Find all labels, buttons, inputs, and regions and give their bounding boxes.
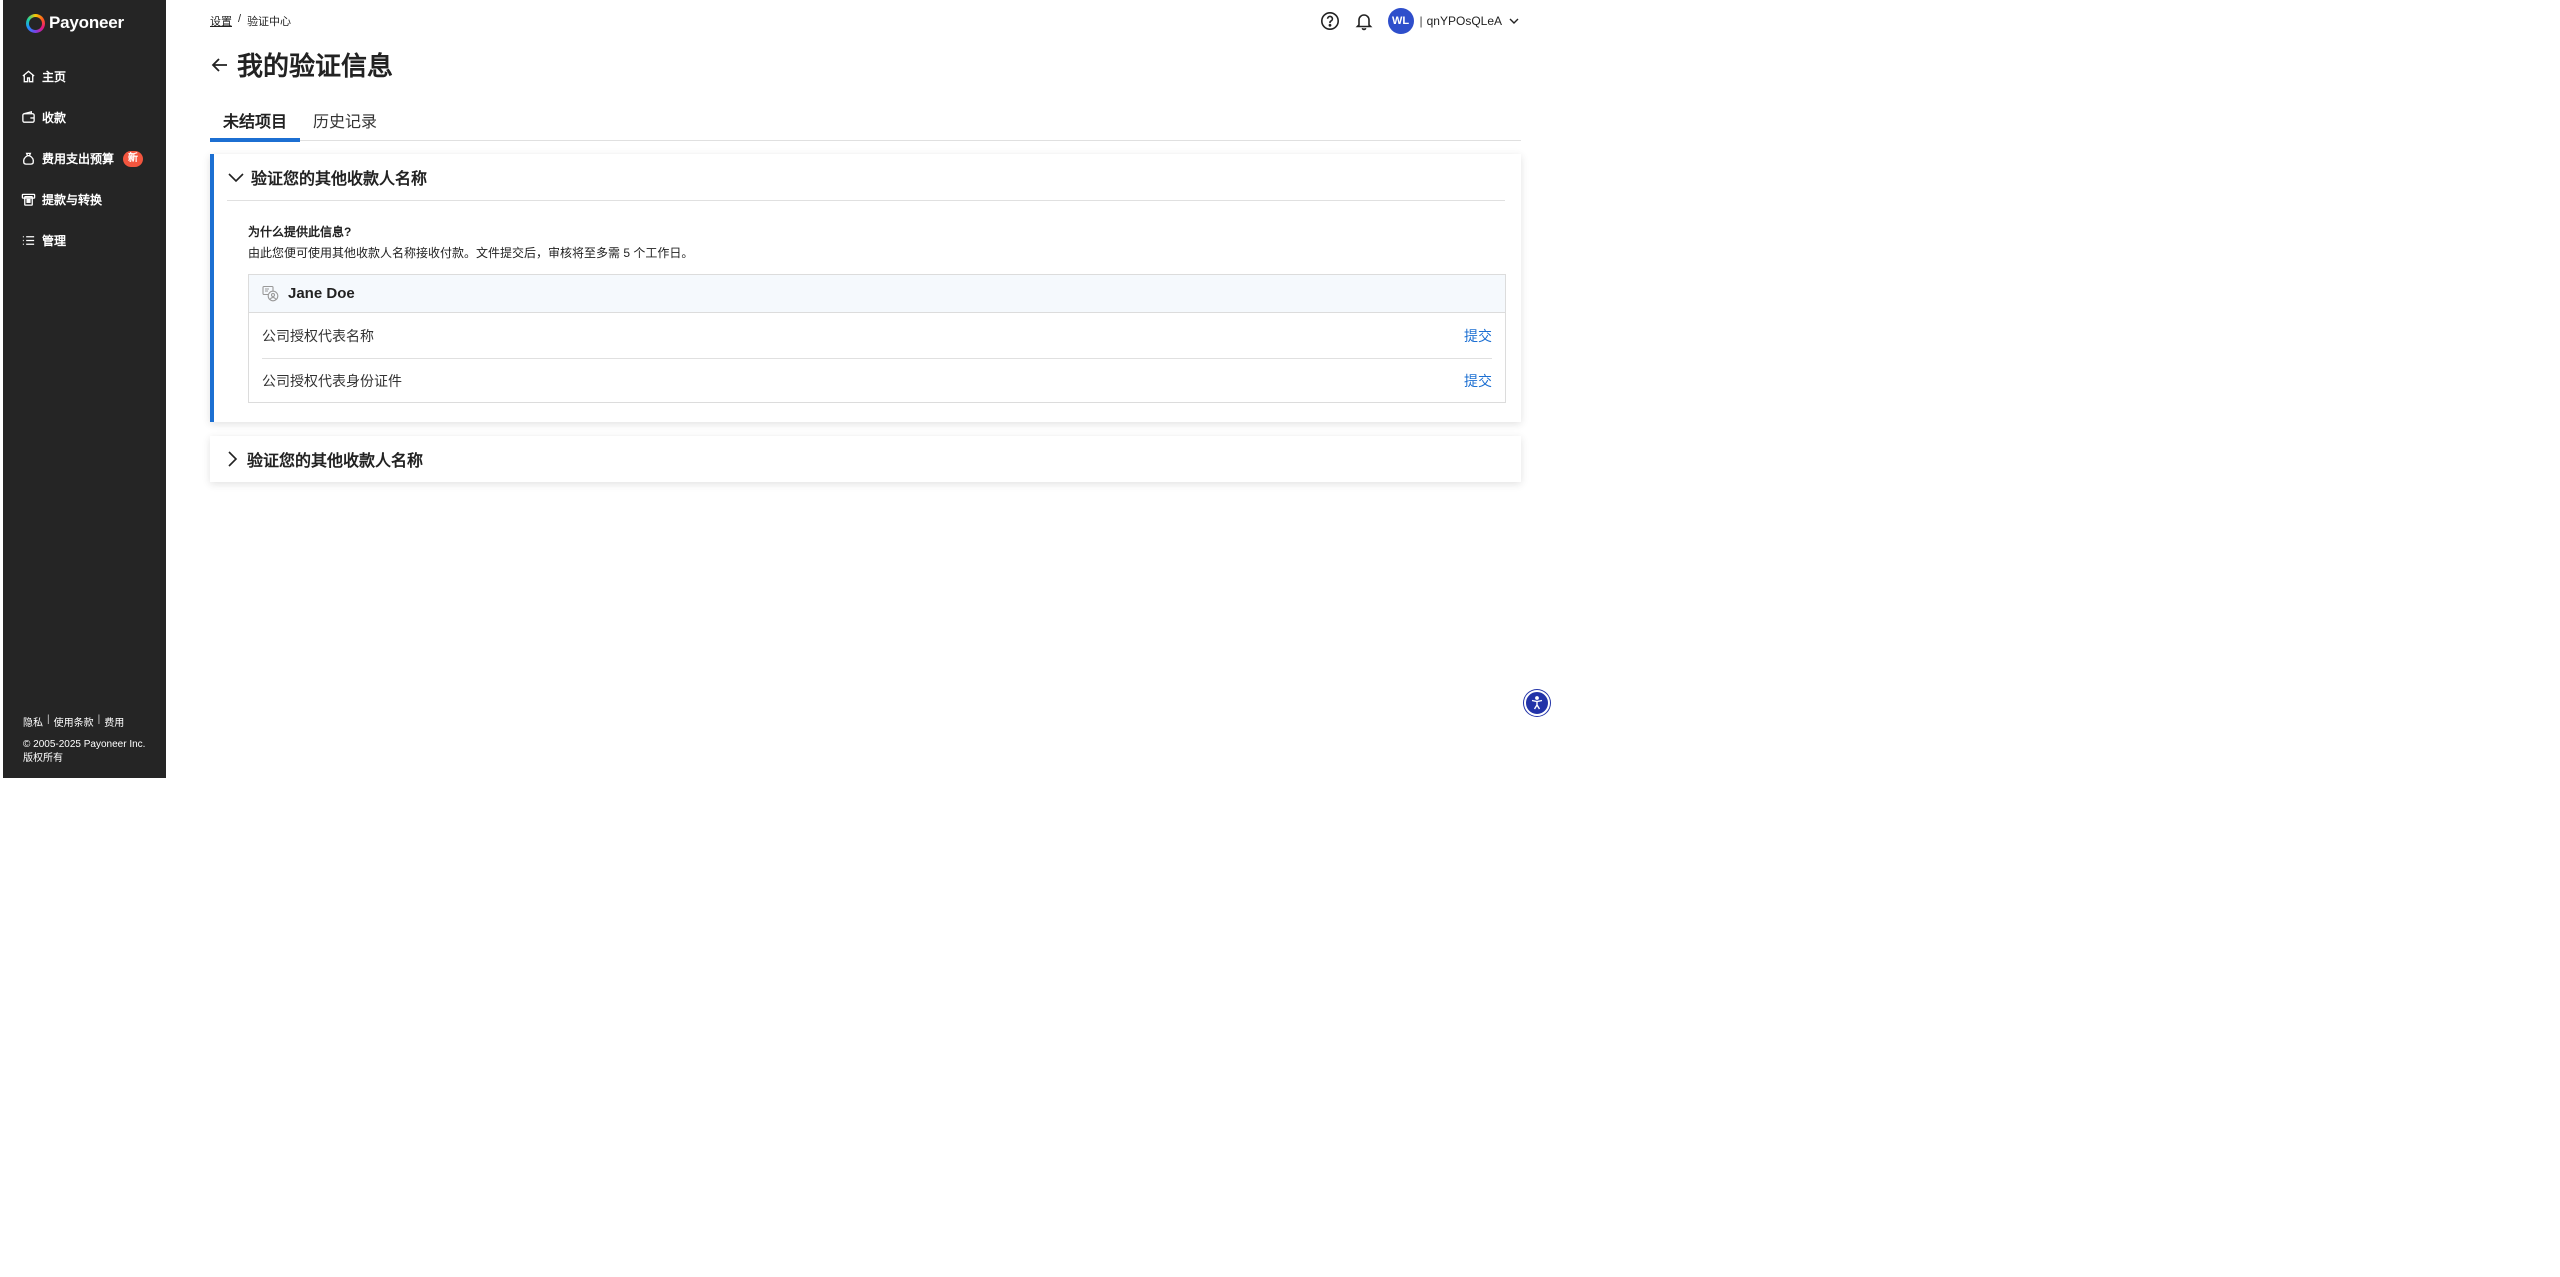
sidebar-nav: 主页 收款 费用支出预算 新 提款与转换 管理 [3, 56, 166, 261]
card-title: 验证您的其他收款人名称 [247, 453, 424, 470]
avatar[interactable]: WL [1387, 8, 1414, 34]
copyright-line: © 2005-2025 Payoneer Inc. [23, 739, 146, 750]
footer-links: 隐私 | 使用条款 | 费用 [23, 714, 124, 729]
back-arrow-icon[interactable] [210, 55, 230, 75]
verification-card-expanded: 验证您的其他收款人名称 为什么提供此信息? 由此您便可使用其他收款人名称接收付款… [210, 154, 1521, 422]
tab-history[interactable]: 历史记录 [300, 104, 390, 140]
footer-separator: | [47, 714, 50, 725]
username[interactable]: qnYPOsQLeA [1427, 14, 1502, 28]
chevron-down-icon [227, 168, 245, 186]
sidebar-item-spend-budget[interactable]: 费用支出预算 新 [3, 138, 166, 179]
fees-link[interactable]: 费用 [104, 714, 124, 729]
sidebar-item-label: 主页 [42, 70, 67, 84]
card-header[interactable]: 验证您的其他收款人名称 [210, 436, 1521, 482]
sidebar-item-label: 收款 [42, 111, 67, 125]
tabs: 未结项目 历史记录 [210, 104, 1521, 142]
submit-link[interactable]: 提交 [1464, 326, 1492, 346]
sidebar-item-label: 费用支出预算 [42, 152, 115, 166]
topbar-actions: WL | qnYPOsQLeA [1308, 8, 1521, 34]
requirement-label: 公司授权代表名称 [262, 327, 374, 344]
person-requirements: Jane Doe 公司授权代表名称 提交 公司授权代表身份证件 提交 [248, 274, 1506, 403]
new-badge: 新 [123, 150, 144, 167]
person-name: Jane Doe [288, 285, 355, 302]
submit-link[interactable]: 提交 [1464, 371, 1492, 391]
wallet-icon [20, 110, 36, 126]
sidebar-item-home[interactable]: 主页 [3, 56, 166, 97]
list-icon [20, 233, 36, 249]
sidebar-item-label: 管理 [42, 234, 67, 248]
breadcrumb: 设置 / 验证中心 [210, 13, 291, 29]
requirement-row: 公司授权代表名称 提交 [262, 313, 1492, 358]
person-id-icon [262, 285, 279, 302]
copyright: © 2005-2025 Payoneer Inc. 版权所有 [23, 738, 145, 766]
terms-link[interactable]: 使用条款 [54, 714, 94, 729]
card-header[interactable]: 验证您的其他收款人名称 [214, 154, 1521, 200]
sidebar-item-withdraw[interactable]: 提款与转换 [3, 179, 166, 220]
requirement-row: 公司授权代表身份证件 提交 [262, 358, 1492, 403]
logo-text: Payoneer [49, 13, 124, 32]
chevron-right-icon [223, 450, 241, 468]
divider [227, 200, 1505, 201]
main-content: 设置 / 验证中心 WL | qnYPOsQLeA 我的验证信息 未结项目 历史… [166, 0, 1568, 781]
breadcrumb-separator: / [238, 13, 242, 25]
why-description: 由此您便可使用其他收款人名称接收付款。文件提交后，审核将至多需 5 个工作日。 [248, 246, 694, 260]
sidebar-item-receive[interactable]: 收款 [3, 97, 166, 138]
page-header: 我的验证信息 [210, 46, 393, 83]
money-bag-icon [20, 151, 36, 167]
copyright-line: 版权所有 [23, 753, 63, 764]
card-title: 验证您的其他收款人名称 [251, 171, 428, 188]
sidebar-item-label: 提款与转换 [42, 193, 103, 207]
sidebar-item-manage[interactable]: 管理 [3, 220, 166, 261]
requirement-label: 公司授权代表身份证件 [262, 373, 402, 389]
person-header: Jane Doe [249, 275, 1505, 313]
tab-open-items[interactable]: 未结项目 [210, 104, 301, 142]
bell-icon[interactable] [1352, 9, 1376, 33]
verification-card-collapsed: 验证您的其他收款人名称 [210, 436, 1521, 482]
breadcrumb-settings-link[interactable]: 设置 [210, 13, 232, 29]
privacy-link[interactable]: 隐私 [23, 714, 43, 729]
page-title: 我的验证信息 [237, 51, 394, 81]
chevron-down-icon[interactable] [1508, 15, 1520, 27]
user-separator: | [1419, 14, 1423, 28]
help-icon[interactable] [1318, 9, 1342, 33]
footer-separator: | [97, 714, 101, 725]
logo-ring-icon [26, 13, 45, 33]
home-icon [20, 69, 36, 85]
withdraw-icon [20, 192, 36, 208]
breadcrumb-current: 验证中心 [247, 16, 292, 28]
why-title: 为什么提供此信息? [248, 225, 352, 239]
payoneer-logo[interactable]: Payoneer [26, 11, 124, 35]
accessibility-icon[interactable] [1524, 690, 1550, 716]
sidebar: Payoneer 主页 收款 费用支出预算 新 提款与转换 管理 隐私 | 使用… [3, 0, 166, 778]
